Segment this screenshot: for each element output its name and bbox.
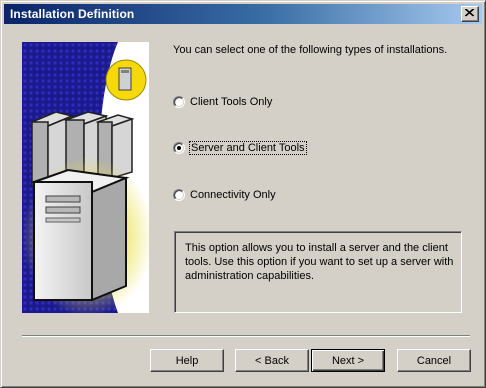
divider xyxy=(22,335,470,337)
next-button-label: Next > xyxy=(331,354,365,367)
radio-selected-dot xyxy=(177,146,181,150)
cancel-button[interactable]: Cancel xyxy=(397,349,471,372)
cancel-button-label: Cancel xyxy=(416,354,452,367)
option-label: Server and Client Tools xyxy=(189,141,307,155)
option-description: This option allows you to install a serv… xyxy=(185,242,454,282)
title-bar[interactable]: Installation Definition xyxy=(4,4,482,24)
radio-server-and-client-tools[interactable] xyxy=(173,142,185,154)
back-button[interactable]: < Back xyxy=(235,349,309,372)
installation-dialog: Installation Definition You can select o… xyxy=(0,0,486,388)
radio-client-tools-only[interactable] xyxy=(173,96,185,108)
help-button-label: Help xyxy=(175,354,199,367)
installation-type-prompt: You can select one of the following type… xyxy=(173,44,448,56)
close-button[interactable] xyxy=(461,6,479,22)
radio-connectivity-only[interactable] xyxy=(173,189,185,201)
option-label: Client Tools Only xyxy=(190,96,273,108)
window-title: Installation Definition xyxy=(10,7,135,21)
server-illustration-icon xyxy=(22,42,149,313)
next-button[interactable]: Next > xyxy=(311,349,385,372)
option-client-tools-only[interactable]: Client Tools Only xyxy=(173,94,272,110)
back-button-label: < Back xyxy=(255,354,289,367)
installation-illustration xyxy=(22,42,149,313)
help-button[interactable]: Help xyxy=(150,349,224,372)
option-connectivity-only[interactable]: Connectivity Only xyxy=(173,187,276,203)
option-description-box: This option allows you to install a serv… xyxy=(174,231,462,313)
option-label: Connectivity Only xyxy=(190,189,276,201)
option-server-and-client-tools[interactable]: Server and Client Tools xyxy=(173,140,307,156)
close-icon xyxy=(465,9,474,17)
